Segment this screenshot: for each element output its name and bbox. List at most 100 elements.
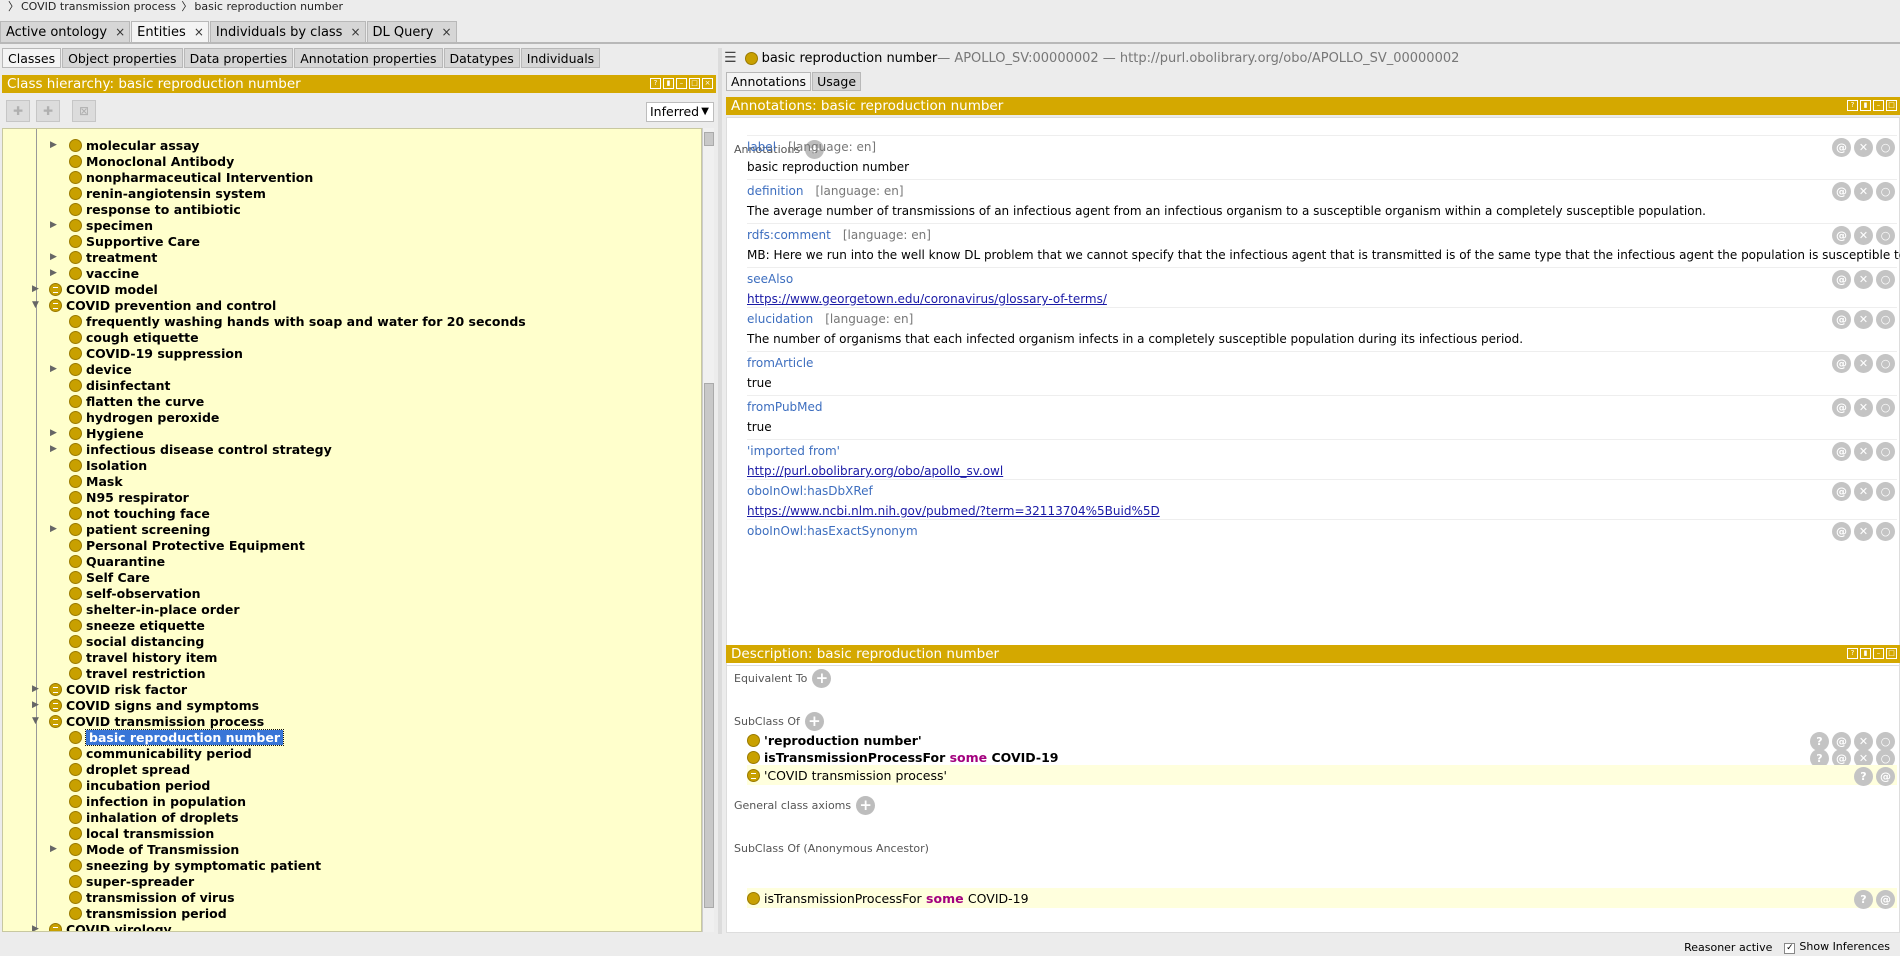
annotation-property-name[interactable]: oboInOwl:hasDbXRef [747, 484, 873, 498]
tree-node[interactable]: ▶ device [50, 361, 132, 377]
tree-node[interactable]: renin-angiotensin system [69, 185, 266, 201]
tree-node[interactable]: incubation period [69, 777, 210, 793]
close-icon[interactable]: × [702, 78, 713, 89]
tab-annotation-properties[interactable]: Annotation properties [294, 48, 443, 68]
tree-node[interactable]: social distancing [69, 633, 204, 649]
tree-node[interactable]: droplet spread [69, 761, 190, 777]
pin-icon[interactable]: ▮ [663, 78, 674, 89]
pin-icon[interactable]: ▮ [1860, 100, 1871, 111]
tree-node[interactable]: Supportive Care [69, 233, 200, 249]
annotation-property-name[interactable]: definition [747, 184, 803, 198]
tree-node[interactable]: flatten the curve [69, 393, 204, 409]
collapsed-icon[interactable]: ▶ [50, 428, 60, 438]
annotation-row[interactable]: label [language: en] basic reproduction nu… [747, 135, 1897, 179]
tree-node[interactable]: sneeze etiquette [69, 617, 205, 633]
annotation-property-name[interactable]: fromArticle [747, 356, 813, 370]
collapsed-icon[interactable]: ▶ [50, 268, 60, 278]
tab-usage[interactable]: Usage [812, 72, 862, 91]
tree-node[interactable]: Self Care [69, 569, 150, 585]
maximize-icon[interactable]: □ [689, 78, 700, 89]
annotate-icon[interactable]: @ [1832, 398, 1851, 417]
tab-annotations[interactable]: Annotations [726, 72, 812, 91]
annotation-property-name[interactable]: oboInOwl:hasExactSynonym [747, 524, 918, 538]
expanded-icon[interactable]: ▼ [32, 716, 42, 726]
annotation-row[interactable]: definition [language: en] The average numb… [747, 179, 1897, 223]
maximize-icon[interactable]: □ [1886, 648, 1897, 659]
tree-node[interactable]: Mask [69, 473, 123, 489]
collapsed-icon[interactable]: ▶ [50, 140, 60, 150]
collapsed-icon[interactable]: ▶ [32, 284, 42, 294]
breadcrumb-item[interactable]: basic reproduction number [194, 0, 343, 13]
breadcrumb-item[interactable]: COVID transmission process [21, 0, 176, 13]
tree-node[interactable]: Quarantine [69, 553, 165, 569]
help-icon[interactable]: ? [650, 78, 661, 89]
menu-icon[interactable]: ☰ [724, 50, 737, 66]
tree-node[interactable]: COVID-19 suppression [69, 345, 243, 361]
collapsed-icon[interactable]: ▶ [32, 700, 42, 710]
annotation-row[interactable]: fromArticle true @ ✕ ○ [747, 351, 1897, 395]
delete-icon[interactable]: ✕ [1854, 182, 1873, 201]
tree-node[interactable]: travel history item [69, 649, 217, 665]
annotation-property-name[interactable]: 'imported from' [747, 444, 840, 458]
annotate-icon[interactable]: @ [1832, 270, 1851, 289]
tree-node[interactable]: not touching face [69, 505, 210, 521]
edit-icon[interactable]: ○ [1876, 310, 1895, 329]
tree-node[interactable]: ▶ specimen [50, 217, 153, 233]
collapsed-icon[interactable]: ▶ [50, 844, 60, 854]
minimize-icon[interactable]: – [1873, 648, 1884, 659]
tree-node[interactable]: ▶ vaccine [50, 265, 139, 281]
delete-icon[interactable]: ✕ [1854, 138, 1873, 157]
add-equivalent-button[interactable]: + [812, 669, 832, 688]
close-icon[interactable]: × [350, 25, 360, 39]
tree-node[interactable]: nonpharmaceutical Intervention [69, 169, 313, 185]
tree-node[interactable]: inhalation of droplets [69, 809, 239, 825]
superclass-row[interactable]: 'COVID transmission process'? @ [747, 765, 1897, 786]
annotation-property-name[interactable]: label [747, 140, 776, 154]
edit-icon[interactable]: ○ [1876, 482, 1895, 501]
tree-node[interactable]: ▼ COVID transmission process [32, 713, 264, 729]
tree-node[interactable]: ▶ COVID signs and symptoms [32, 697, 259, 713]
annotate-icon[interactable]: @ [1876, 767, 1895, 786]
tree-node[interactable]: disinfectant [69, 377, 170, 393]
annotation-property-name[interactable]: seeAlso [747, 272, 793, 286]
explain-icon[interactable]: ? [1854, 767, 1873, 786]
tree-node[interactable]: ▶ COVID risk factor [32, 681, 187, 697]
tree-node[interactable]: Isolation [69, 457, 147, 473]
delete-icon[interactable]: ✕ [1854, 398, 1873, 417]
edit-icon[interactable]: ○ [1876, 182, 1895, 201]
delete-class-button[interactable]: ⊠ [72, 100, 96, 122]
annotation-link[interactable]: http://purl.obolibrary.org/obo/apollo_sv… [747, 464, 1003, 478]
tree-node[interactable]: infection in population [69, 793, 246, 809]
annotate-icon[interactable]: @ [1876, 890, 1895, 909]
annotate-icon[interactable]: @ [1832, 442, 1851, 461]
pin-icon[interactable]: ▮ [1860, 648, 1871, 659]
annotation-row[interactable]: oboInOwl:hasExactSynonym @ ✕ ○ [747, 519, 1897, 549]
add-subclass-button[interactable]: ✚ [6, 100, 30, 122]
scroll-thumb-top[interactable] [704, 132, 714, 146]
tab-active-ontology[interactable]: Active ontology × [0, 21, 131, 42]
tree-node[interactable]: travel restriction [69, 665, 206, 681]
delete-icon[interactable]: ✕ [1854, 482, 1873, 501]
annotation-row[interactable]: fromPubMed true @ ✕ ○ [747, 395, 1897, 439]
close-icon[interactable]: × [115, 25, 125, 39]
annotate-icon[interactable]: @ [1832, 182, 1851, 201]
tree-node[interactable]: ▶ patient screening [50, 521, 210, 537]
annotate-icon[interactable]: @ [1832, 138, 1851, 157]
tree-node[interactable]: shelter-in-place order [69, 601, 240, 617]
annotation-property-name[interactable]: rdfs:comment [747, 228, 831, 242]
annotation-property-name[interactable]: elucidation [747, 312, 813, 326]
annotate-icon[interactable]: @ [1832, 310, 1851, 329]
collapsed-icon[interactable]: ▶ [50, 364, 60, 374]
annotation-row[interactable]: elucidation [language: en] The number of o… [747, 307, 1897, 351]
tree-node[interactable]: ▶ COVID virology [32, 921, 172, 931]
class-tree[interactable]: ▶ molecular assay Monoclonal Antibody nonph… [2, 128, 702, 932]
tab-data-properties[interactable]: Data properties [183, 48, 294, 68]
annotate-icon[interactable]: @ [1832, 522, 1851, 541]
delete-icon[interactable]: ✕ [1854, 354, 1873, 373]
delete-icon[interactable]: ✕ [1854, 270, 1873, 289]
expanded-icon[interactable]: ▼ [32, 300, 42, 310]
add-axiom-button[interactable]: + [856, 796, 876, 815]
inferred-select[interactable]: Inferred ▼ [646, 102, 714, 122]
annotation-row[interactable]: seeAlso https://www.georgetown.edu/corona… [747, 267, 1897, 307]
collapsed-icon[interactable]: ▶ [32, 684, 42, 694]
